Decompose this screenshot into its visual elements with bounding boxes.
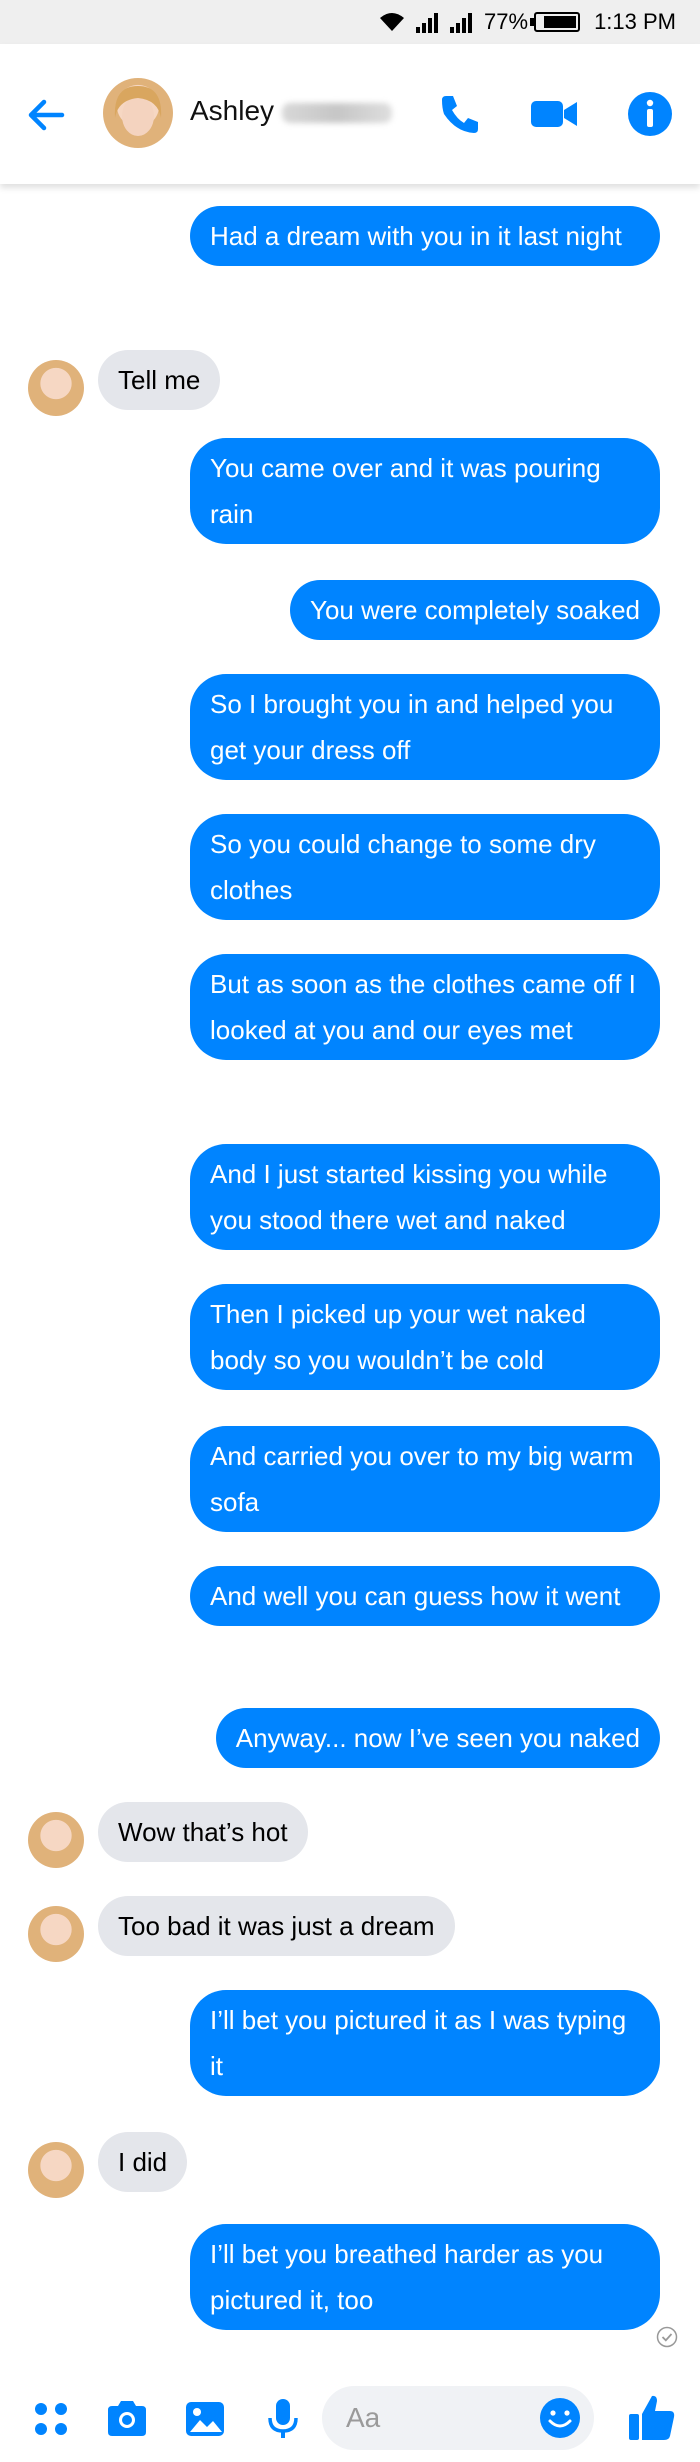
message-bubble: Anyway... now I’ve seen you naked [215, 1708, 660, 1768]
contact-avatar[interactable] [103, 78, 173, 148]
sent-check-icon [656, 2326, 678, 2348]
contact-first-name: Ashley [190, 95, 275, 126]
outgoing-message[interactable]: So I brought you in and helped you get y… [190, 674, 660, 780]
message-bubble: I’ll bet you breathed harder as you pict… [190, 2224, 660, 2330]
message-bubble: Too bad it was just a dream [98, 1896, 455, 1956]
contact-avatar-small[interactable] [28, 1812, 84, 1868]
emoji-icon[interactable] [538, 2396, 582, 2440]
incoming-message[interactable]: I did [98, 2132, 188, 2192]
apps-icon[interactable] [28, 2396, 74, 2442]
message-bubble: You were completely soaked [289, 580, 660, 640]
conversation-header: Ashley [0, 44, 700, 184]
message-bubble: You came over and it was pouring rain [190, 438, 660, 544]
contact-name[interactable]: Ashley [190, 95, 393, 127]
outgoing-message[interactable]: I’ll bet you pictured it as I was typing… [190, 1990, 660, 2096]
outgoing-message[interactable]: I’ll bet you breathed harder as you pict… [190, 2224, 660, 2330]
message-bubble: Had a dream with you in it last night [190, 206, 660, 266]
signal-icon [450, 11, 474, 33]
gallery-icon[interactable] [182, 2396, 228, 2442]
message-bubble: Tell me [98, 350, 221, 410]
composer-bar [0, 2374, 700, 2462]
outgoing-message[interactable]: And I just started kissing you while you… [190, 1144, 660, 1250]
back-arrow-icon[interactable] [22, 90, 72, 140]
incoming-message[interactable]: Too bad it was just a dream [98, 1896, 455, 1956]
incoming-message[interactable]: Tell me [98, 350, 221, 410]
outgoing-message[interactable]: So you could change to some dry clothes [190, 814, 660, 920]
video-camera-icon[interactable] [528, 88, 580, 140]
redacted-surname [282, 102, 393, 123]
outgoing-message[interactable]: You were completely soaked [289, 580, 660, 640]
message-bubble: But as soon as the clothes came off I lo… [190, 954, 660, 1060]
battery-percent: 77% [484, 9, 529, 34]
contact-avatar-small[interactable] [28, 2142, 84, 2198]
outgoing-message[interactable]: And carried you over to my big warm sofa [190, 1426, 660, 1532]
incoming-message[interactable]: Wow that’s hot [98, 1802, 308, 1862]
message-bubble: I’ll bet you pictured it as I was typing… [190, 1990, 660, 2096]
message-bubble: Then I picked up your wet naked body so … [190, 1284, 660, 1390]
thumbs-up-icon[interactable] [624, 2390, 680, 2446]
outgoing-message[interactable]: Then I picked up your wet naked body so … [190, 1284, 660, 1390]
contact-avatar-small[interactable] [28, 1906, 84, 1962]
outgoing-message[interactable]: Had a dream with you in it last night [190, 206, 660, 266]
contact-avatar-small[interactable] [28, 360, 84, 416]
camera-icon[interactable] [104, 2396, 150, 2442]
message-bubble: Wow that’s hot [98, 1802, 308, 1862]
message-bubble: And well you can guess how it went [190, 1566, 660, 1626]
message-bubble: So I brought you in and helped you get y… [190, 674, 660, 780]
battery-icon [530, 12, 581, 32]
outgoing-message[interactable]: You came over and it was pouring rain [190, 438, 660, 544]
message-bubble: I did [98, 2132, 188, 2192]
status-time: 1:13 PM [594, 9, 676, 34]
outgoing-message[interactable]: Anyway... now I’ve seen you naked [215, 1708, 660, 1768]
outgoing-message[interactable]: But as soon as the clothes came off I lo… [190, 954, 660, 1060]
status-bar: 77% 1:13 PM [0, 0, 700, 44]
phone-icon[interactable] [434, 88, 486, 140]
wifi-icon [378, 11, 406, 33]
signal-icon [416, 11, 440, 33]
message-bubble: So you could change to some dry clothes [190, 814, 660, 920]
microphone-icon[interactable] [260, 2396, 306, 2442]
info-icon[interactable] [624, 88, 676, 140]
message-bubble: And carried you over to my big warm sofa [190, 1426, 660, 1532]
message-bubble: And I just started kissing you while you… [190, 1144, 660, 1250]
message-list[interactable]: Had a dream with you in it last night Te… [0, 184, 700, 2374]
outgoing-message[interactable]: And well you can guess how it went [190, 1566, 660, 1626]
